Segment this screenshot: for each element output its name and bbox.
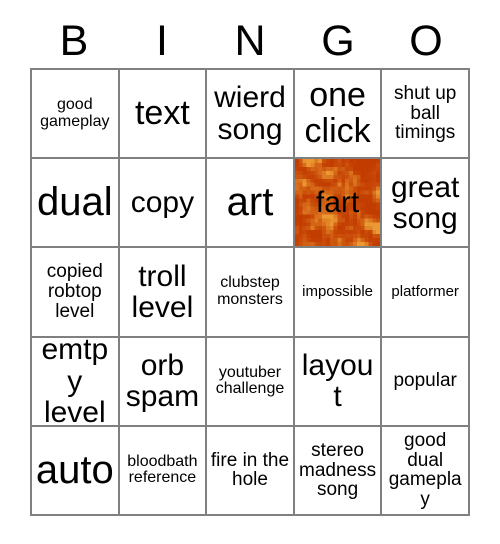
bingo-cell-label: great song xyxy=(390,170,460,235)
bingo-cell[interactable]: stereo madness song xyxy=(294,426,383,517)
bingo-cell[interactable]: auto xyxy=(32,426,120,517)
bingo-row: copied robtop level troll level clubstep m… xyxy=(32,248,470,338)
bingo-cell[interactable]: impossible xyxy=(294,248,383,338)
bingo-cell-content: stereo madness song xyxy=(295,427,381,514)
bingo-row: emtpy level orb spam youtuber challenge lay… xyxy=(32,337,470,427)
bingo-cell-content: copy xyxy=(120,159,206,246)
bingo-cell[interactable]: great song xyxy=(382,159,470,249)
bingo-header-letter-i: I xyxy=(156,16,168,65)
bingo-cell-content: troll level xyxy=(120,248,206,335)
bingo-cell-content: good gameplay xyxy=(32,70,118,157)
bingo-cell-content: popular xyxy=(382,338,468,425)
bingo-cell-content: dual xyxy=(32,159,118,246)
bingo-cell[interactable]: copy xyxy=(119,159,208,249)
bingo-cell[interactable]: platformer xyxy=(382,248,470,338)
bingo-cell-label: clubstep monsters xyxy=(217,274,283,308)
bingo-cell-label: fire in the hole xyxy=(210,449,290,491)
bingo-cell-label: platformer xyxy=(391,283,459,301)
bingo-cell-label: popular xyxy=(393,370,457,392)
bingo-cell-label: emtpy level xyxy=(41,337,109,427)
bingo-header: BINGO xyxy=(30,14,470,68)
bingo-cell-content: fart xyxy=(295,159,381,246)
bingo-cell-label: troll level xyxy=(131,259,194,324)
bingo-cell-label: good gameplay xyxy=(40,95,110,130)
bingo-cell[interactable]: layout xyxy=(294,337,383,427)
bingo-cell[interactable]: text xyxy=(119,70,208,160)
bingo-cell-label: text xyxy=(134,93,190,132)
bingo-cell-content: clubstep monsters xyxy=(207,248,293,335)
bingo-cell-label: bloodbath reference xyxy=(127,452,198,487)
bingo-header-letter-o: O xyxy=(409,16,443,65)
bingo-cell[interactable]: one click xyxy=(294,70,383,160)
bingo-cell[interactable]: fire in the hole xyxy=(207,426,295,517)
bingo-cell-label: shut up ball timings xyxy=(394,82,457,144)
bingo-cell-label: one click xyxy=(304,76,371,150)
bingo-cell-content: wierd song xyxy=(207,70,293,157)
bingo-card: B I N G O good gameplay text wierd song one cli… xyxy=(0,0,500,544)
bingo-cell-label: good dual gameplay xyxy=(388,429,462,511)
bingo-cell[interactable]: dual xyxy=(32,159,120,249)
bingo-cell-content: shut up ball timings xyxy=(382,70,468,157)
bingo-cell-content: emtpy level xyxy=(32,338,118,425)
bingo-cell[interactable]: wierd song xyxy=(207,70,295,160)
bingo-cell-content: impossible xyxy=(295,248,381,335)
bingo-cell[interactable]: emtpy level xyxy=(32,337,120,427)
bingo-cell-label: auto xyxy=(35,447,114,492)
bingo-row: good gameplay text wierd song one click shut… xyxy=(32,70,470,160)
bingo-cell-content: great song xyxy=(382,159,468,246)
bingo-cell-content: copied robtop level xyxy=(32,248,118,335)
bingo-cell-content: bloodbath reference xyxy=(120,427,206,514)
bingo-cell-content: one click xyxy=(295,70,381,157)
bingo-cell-label: fart xyxy=(315,186,360,220)
bingo-cell-content: fire in the hole xyxy=(207,427,293,514)
bingo-cell-label: dual xyxy=(36,180,113,224)
bingo-cell-content: good dual gameplay xyxy=(382,427,468,514)
bingo-header-letter-b: B xyxy=(59,16,89,65)
bingo-cell[interactable]: good dual gameplay xyxy=(382,426,470,517)
bingo-cell-label: copy xyxy=(130,186,195,220)
bingo-cell-label: wierd song xyxy=(214,81,286,146)
bingo-cell[interactable]: good gameplay xyxy=(32,70,120,160)
bingo-cell-content: platformer xyxy=(382,248,468,335)
bingo-cell[interactable]: orb spam xyxy=(119,337,208,427)
bingo-cell-label: orb spam xyxy=(125,349,200,414)
bingo-cell-label: impossible xyxy=(302,283,374,301)
bingo-cell-content: orb spam xyxy=(120,338,206,425)
bingo-cell[interactable]: popular xyxy=(382,337,470,427)
bingo-cell[interactable]: youtuber challenge xyxy=(207,337,295,427)
bingo-cell[interactable]: bloodbath reference xyxy=(119,426,208,517)
bingo-cell-label: layout xyxy=(301,349,374,414)
bingo-row: dual copy art fart great song xyxy=(32,159,470,249)
bingo-cell-label: copied robtop level xyxy=(46,261,103,322)
bingo-cell[interactable]: fart xyxy=(294,159,383,249)
bingo-cell[interactable]: shut up ball timings xyxy=(382,70,470,160)
bingo-cell-label: stereo madness song xyxy=(299,439,377,501)
bingo-cell-content: art xyxy=(207,159,293,246)
bingo-cell-content: text xyxy=(120,70,206,157)
bingo-cell[interactable]: clubstep monsters xyxy=(207,248,295,338)
bingo-grid: good gameplay text wierd song one click shut… xyxy=(30,68,470,517)
bingo-cell-content: layout xyxy=(295,338,381,425)
bingo-row: auto bloodbath reference fire in the hole s… xyxy=(32,426,470,517)
bingo-cell-label: youtuber challenge xyxy=(215,363,285,398)
bingo-header-letter-g: G xyxy=(321,16,355,65)
bingo-cell-label: art xyxy=(226,180,274,224)
bingo-cell[interactable]: troll level xyxy=(119,248,208,338)
bingo-cell[interactable]: copied robtop level xyxy=(32,248,120,338)
bingo-cell-content: youtuber challenge xyxy=(207,338,293,425)
bingo-cell-content: auto xyxy=(32,427,118,514)
bingo-cell[interactable]: art xyxy=(207,159,295,249)
bingo-header-letter-n: N xyxy=(234,16,266,65)
